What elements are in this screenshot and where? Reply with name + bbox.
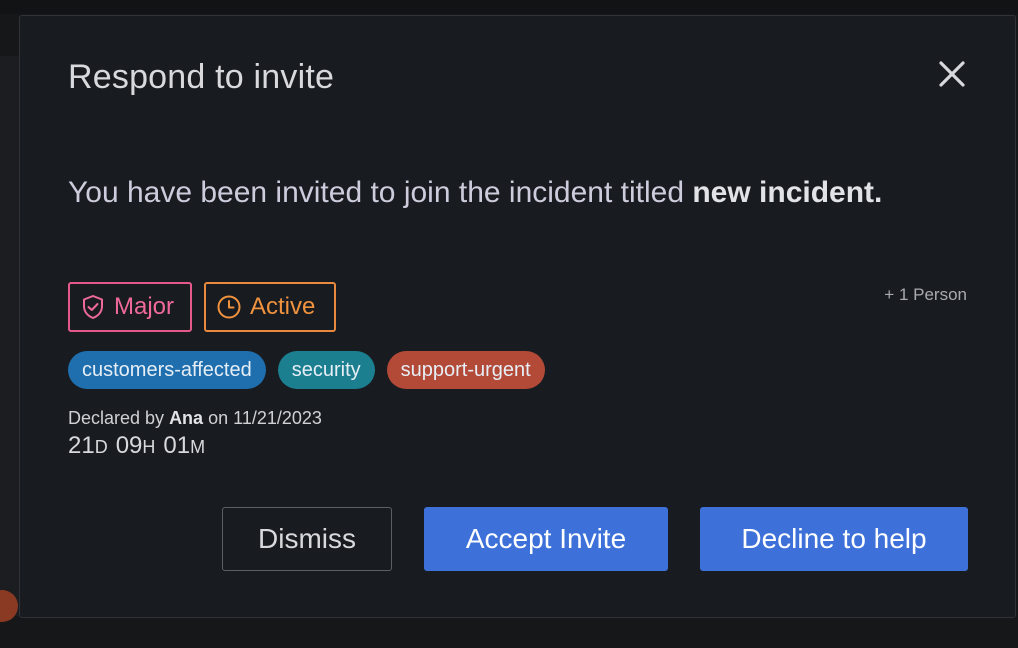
background-sidebar bbox=[0, 56, 20, 616]
decline-button[interactable]: Decline to help bbox=[700, 507, 968, 571]
elapsed-minutes: 01 bbox=[163, 432, 191, 459]
label-chip: customers-affected bbox=[68, 351, 266, 389]
people-count[interactable]: + 1 Person bbox=[884, 285, 967, 305]
elapsed-minutes-unit: M bbox=[190, 437, 206, 457]
status-label: Active bbox=[250, 293, 316, 320]
label-chip: security bbox=[277, 351, 375, 389]
dismiss-button[interactable]: Dismiss bbox=[222, 507, 392, 571]
severity-badge: Major bbox=[68, 282, 192, 332]
close-icon bbox=[939, 61, 965, 87]
modal-title: Respond to invite bbox=[68, 58, 335, 96]
declared-date: 11/21/2023 bbox=[233, 408, 322, 428]
elapsed-hours-unit: H bbox=[142, 437, 156, 457]
incident-labels: customers-affected security support-urge… bbox=[68, 351, 545, 389]
close-button[interactable] bbox=[934, 56, 970, 92]
accept-invite-button[interactable]: Accept Invite bbox=[424, 507, 668, 571]
respond-invite-modal: Respond to invite You have been invited … bbox=[19, 15, 1016, 618]
elapsed-time: 21D 09H 01M bbox=[68, 432, 213, 460]
declared-info: Declared by Ana on 11/21/2023 bbox=[68, 408, 322, 429]
declared-on: on bbox=[208, 408, 229, 428]
severity-label: Major bbox=[114, 293, 175, 320]
status-badge: Active bbox=[204, 282, 336, 332]
invite-message: You have been invited to join the incide… bbox=[68, 168, 898, 218]
incident-title: new incident. bbox=[692, 176, 883, 209]
shield-check-icon bbox=[83, 295, 103, 319]
declared-prefix: Declared by bbox=[68, 408, 165, 428]
background-header bbox=[0, 0, 1018, 14]
elapsed-hours: 09 bbox=[115, 432, 143, 459]
elapsed-days: 21 bbox=[68, 432, 95, 459]
invite-message-text: You have been invited to join the incide… bbox=[68, 176, 685, 209]
elapsed-days-unit: D bbox=[94, 437, 108, 457]
declared-author: Ana bbox=[169, 408, 204, 428]
clock-icon bbox=[217, 295, 241, 319]
label-chip: support-urgent bbox=[386, 351, 545, 389]
